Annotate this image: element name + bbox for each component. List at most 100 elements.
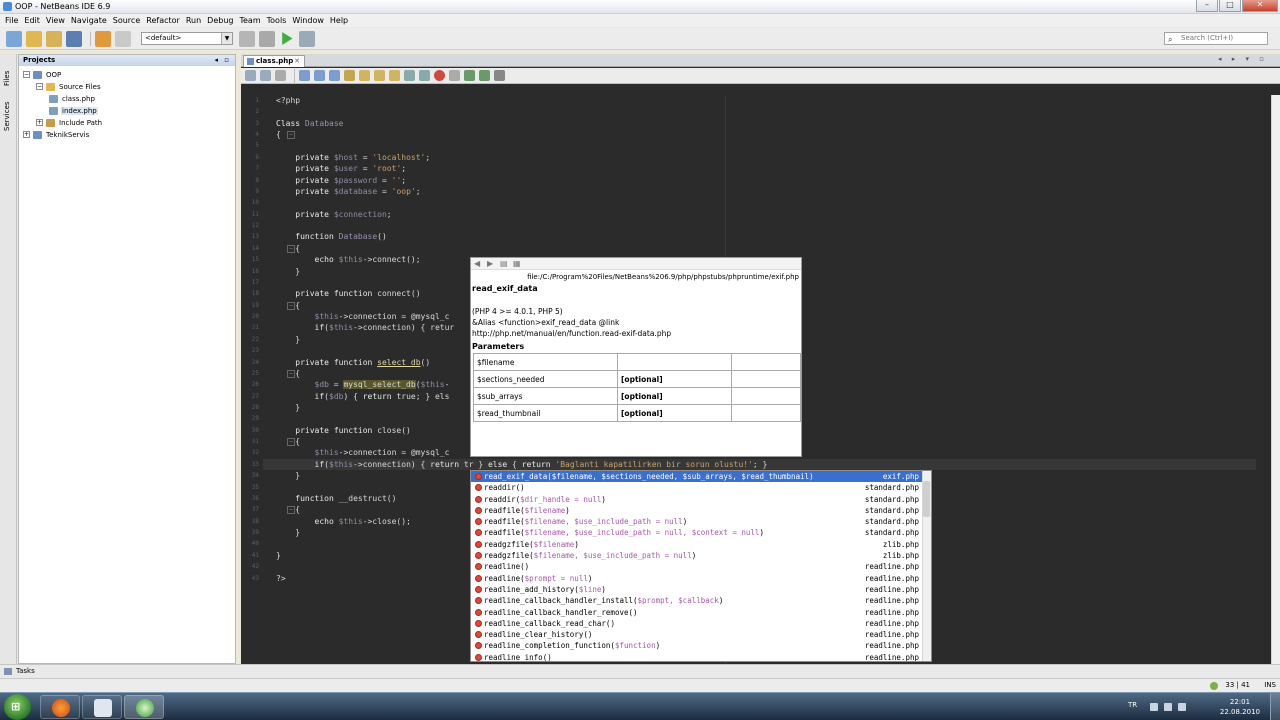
language-indicator[interactable]: TR — [1128, 701, 1137, 709]
completion-item[interactable]: readline_add_history($line) readline.php — [471, 584, 931, 595]
history-icon[interactable] — [275, 70, 286, 81]
expand-icon[interactable]: + — [23, 131, 30, 138]
collapse-icon[interactable]: − — [36, 83, 43, 90]
tree-item[interactable]: + TeknikServis — [23, 129, 90, 140]
debug-icon[interactable] — [299, 30, 315, 47]
completion-item[interactable]: readgzfile($filename) zlib.php — [471, 539, 931, 550]
menu-source[interactable]: Source — [110, 16, 143, 25]
code-line[interactable]: <?php — [276, 95, 300, 106]
windows-start-icon[interactable]: ⊞ — [4, 694, 31, 720]
menu-run[interactable]: Run — [183, 16, 204, 25]
code-line[interactable]: if($this->connection) { return tr } else… — [263, 458, 1256, 470]
code-line[interactable]: Class Database — [276, 118, 343, 129]
tray-arrow-icon[interactable] — [1150, 703, 1158, 711]
prev-bookmark-icon[interactable] — [389, 70, 400, 81]
open-project-icon[interactable] — [46, 30, 62, 47]
completion-item[interactable]: readline_callback_read_char() readline.ph… — [471, 618, 931, 629]
expand-icon[interactable]: + — [36, 119, 43, 126]
taskbar-virtualbox[interactable] — [82, 695, 122, 719]
code-line[interactable]: } — [276, 470, 300, 481]
doc-copy-icon[interactable]: ▦ — [513, 259, 523, 268]
fold-icon[interactable]: − — [287, 131, 295, 140]
completion-scroll-thumb[interactable] — [923, 481, 930, 517]
maximize-button[interactable]: □ — [1219, 0, 1241, 12]
menu-team[interactable]: Team — [236, 16, 263, 25]
tab-services[interactable]: Services — [3, 94, 14, 138]
code-line[interactable]: ?> — [276, 573, 286, 584]
doc-forward-icon[interactable]: ▶ — [487, 259, 497, 268]
tab-controls[interactable]: ◂ ▸ ▾ ▫ — [1218, 55, 1268, 63]
show-desktop-button[interactable] — [1270, 693, 1280, 720]
code-line[interactable]: private $database = 'oop'; — [276, 186, 420, 197]
doc-browser-icon[interactable]: ▤ — [500, 259, 510, 268]
tab-files[interactable]: Files — [3, 58, 14, 98]
menu-tools[interactable]: Tools — [264, 16, 290, 25]
completion-item[interactable]: readdir($dir_handle = null) standard.php — [471, 494, 931, 505]
record-macro-icon[interactable] — [434, 70, 445, 81]
code-line[interactable]: $this->connection = @mysql_c — [276, 311, 450, 322]
clean-build-icon[interactable] — [259, 30, 275, 47]
shift-left-icon[interactable] — [404, 70, 415, 81]
tree-item[interactable]: − OOP — [23, 69, 62, 80]
collapse-icon[interactable]: − — [23, 71, 30, 78]
uncomment-icon[interactable] — [479, 70, 490, 81]
completion-item[interactable]: read_exif_data($filename, $sections_need… — [471, 471, 931, 483]
taskbar-netbeans[interactable] — [124, 695, 164, 719]
minimize-button[interactable]: – — [1196, 0, 1218, 12]
code-line[interactable]: private $host = 'localhost'; — [276, 152, 430, 163]
code-line[interactable]: { — [276, 129, 281, 140]
close-tab-icon[interactable]: ✕ — [294, 56, 300, 67]
tab-class-php[interactable]: class.php ✕ — [243, 55, 305, 67]
code-line[interactable]: } — [276, 402, 300, 413]
toggle-highlight-icon[interactable] — [344, 70, 355, 81]
network-icon[interactable] — [1164, 703, 1172, 711]
completion-item[interactable]: readfile($filename, $use_include_path = … — [471, 516, 931, 527]
close-button[interactable]: ✕ — [1242, 0, 1278, 12]
completion-item[interactable]: readfile($filename, $use_include_path = … — [471, 527, 931, 538]
completion-item[interactable]: readline_callback_handler_install($promp… — [471, 595, 931, 606]
macro-icon[interactable] — [494, 70, 505, 81]
code-line[interactable]: } — [276, 334, 300, 345]
completion-item[interactable]: readline_callback_handler_remove() readli… — [471, 607, 931, 618]
menu-file[interactable]: File — [2, 16, 21, 25]
build-icon[interactable] — [239, 30, 255, 47]
shift-right-icon[interactable] — [419, 70, 430, 81]
redo-icon[interactable] — [115, 30, 131, 47]
code-line[interactable]: function Database() — [276, 231, 387, 242]
new-file-icon[interactable] — [6, 30, 22, 47]
code-line[interactable]: $db = mysql_select_db($this- — [276, 379, 449, 390]
find-previous-icon[interactable] — [314, 70, 325, 81]
menu-refactor[interactable]: Refactor — [143, 16, 183, 25]
taskbar-firefox[interactable] — [40, 695, 80, 719]
save-all-icon[interactable] — [66, 30, 82, 47]
clock[interactable]: 22:01 22.08.2010 — [1220, 697, 1260, 717]
code-line[interactable]: } — [276, 550, 281, 561]
new-project-icon[interactable] — [26, 30, 42, 47]
chevron-down-icon[interactable]: ▼ — [221, 33, 232, 44]
code-line[interactable]: $this->connection = @mysql_c — [276, 447, 450, 458]
menu-debug[interactable]: Debug — [204, 16, 236, 25]
code-line[interactable]: private function select_db() — [276, 357, 430, 368]
comment-icon[interactable] — [464, 70, 475, 81]
doc-back-icon[interactable]: ◀ — [474, 259, 484, 268]
menu-edit[interactable]: Edit — [21, 16, 43, 25]
editor-scrollbar[interactable] — [1271, 95, 1280, 665]
code-line[interactable]: private $password = ''; — [276, 175, 406, 186]
forward-icon[interactable] — [260, 70, 271, 81]
find-icon[interactable] — [299, 70, 310, 81]
code-line[interactable]: { — [276, 243, 300, 254]
menu-navigate[interactable]: Navigate — [68, 16, 110, 25]
code-line[interactable]: echo $this->connect(); — [276, 254, 421, 265]
panel-controls[interactable]: ◂ ▫ — [215, 55, 231, 66]
code-line[interactable]: private function connect() — [276, 288, 420, 299]
stop-macro-icon[interactable] — [449, 70, 460, 81]
completion-item[interactable]: readgzfile($filename, $use_include_path … — [471, 550, 931, 561]
code-line[interactable]: { — [276, 504, 300, 515]
next-bookmark-icon[interactable] — [374, 70, 385, 81]
menu-window[interactable]: Window — [289, 16, 327, 25]
code-line[interactable]: } — [276, 527, 300, 538]
search-input[interactable]: ⌕ Search (Ctrl+I) — [1164, 32, 1268, 45]
tree-item[interactable]: index.php — [49, 105, 98, 116]
menu-help[interactable]: Help — [327, 16, 351, 25]
code-line[interactable]: private function close() — [276, 425, 411, 436]
